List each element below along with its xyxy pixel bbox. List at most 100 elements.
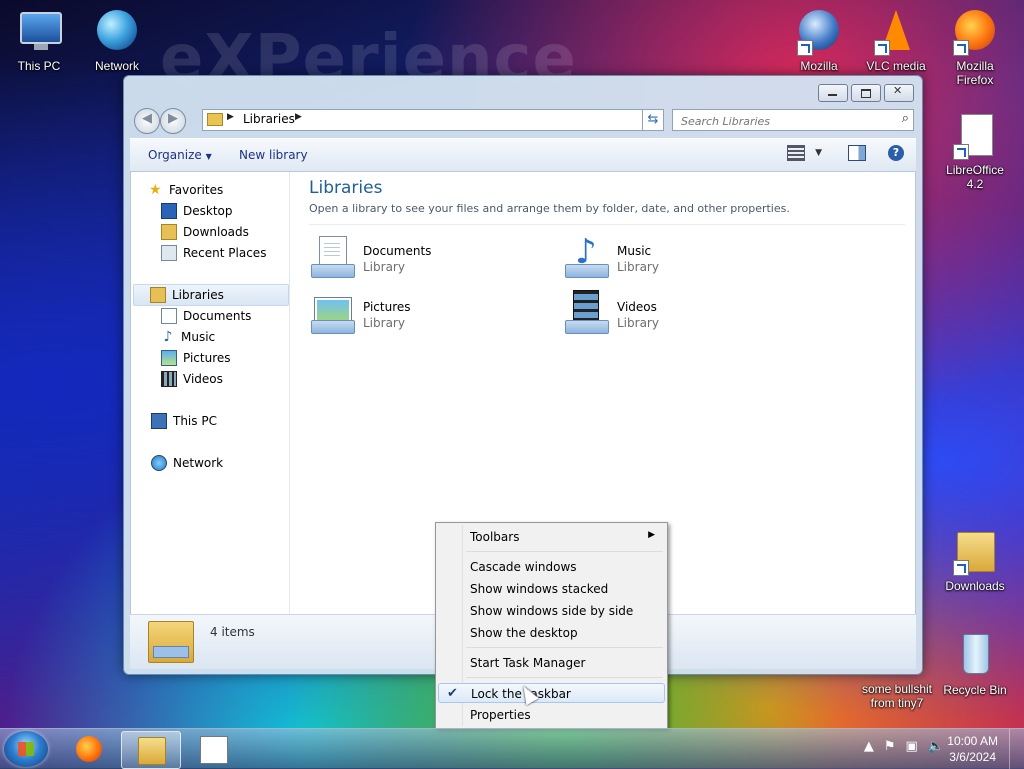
taskbar-libreoffice[interactable] [184, 731, 242, 767]
taskbar[interactable]: ▲ ⚑ ▣ 🔈 10:00 AM 3/6/2024 [0, 728, 1024, 769]
desktop-icon-network[interactable]: Network [82, 8, 152, 73]
library-item-pictures[interactable]: Pictures Library [309, 288, 529, 338]
shortcut-arrow-icon [953, 560, 969, 576]
start-button[interactable] [4, 731, 48, 767]
nav-label: Music [181, 330, 216, 344]
star-icon: ★ [149, 182, 162, 198]
library-item-documents[interactable]: Documents Library [309, 232, 529, 282]
desktop-icon-downloads[interactable]: Downloads [940, 528, 1010, 593]
page-title: Libraries [309, 178, 383, 198]
menu-label: Show the desktop [470, 626, 578, 640]
menu-item-properties[interactable]: Properties [438, 705, 663, 725]
show-desktop-button[interactable] [1009, 729, 1024, 769]
music-library-icon: ♪ [563, 234, 609, 280]
back-arrow-icon: ◀ [142, 111, 152, 126]
search-icon[interactable]: ⌕ [902, 111, 909, 126]
menu-item-start-task-manager[interactable]: Start Task Manager [438, 653, 663, 673]
menu-label: Cascade windows [470, 560, 577, 574]
desktop-icon-tiny7[interactable]: some bullshit from tiny7 [858, 682, 936, 710]
new-library-button[interactable]: New library [239, 148, 308, 162]
nav-favorites[interactable]: ★ Favorites [149, 180, 305, 200]
recent-places-icon [161, 245, 177, 261]
nav-label: Downloads [183, 225, 249, 239]
menu-item-show-windows-stacked[interactable]: Show windows stacked [438, 579, 663, 599]
nav-network[interactable]: Network [151, 453, 307, 473]
library-type: Library [363, 316, 405, 330]
shortcut-arrow-icon [953, 40, 969, 56]
menu-separator [466, 551, 663, 552]
divider [309, 224, 905, 225]
library-type: Library [617, 260, 659, 274]
pictures-icon [161, 350, 177, 366]
desktop-icon-firefox[interactable]: Mozilla Firefox [940, 8, 1010, 87]
maximize-button[interactable] [851, 84, 881, 102]
desktop-icon-label: Mozilla Firefox [956, 59, 994, 87]
back-button[interactable]: ◀ [134, 108, 160, 134]
forward-button[interactable]: ▶ [160, 108, 186, 134]
documents-icon [161, 308, 177, 324]
nav-label: This PC [173, 414, 217, 428]
refresh-button[interactable]: ⇆ [642, 109, 664, 131]
taskbar-explorer[interactable] [121, 731, 181, 769]
desktop-icon-this-pc[interactable]: This PC [4, 8, 74, 73]
preview-pane-icon[interactable] [848, 145, 866, 161]
menu-item-show-windows-side-by-side[interactable]: Show windows side by side [438, 601, 663, 621]
desktop-icon-label: This PC [17, 59, 61, 73]
menu-item-show-desktop[interactable]: Show the desktop [438, 623, 663, 643]
desktop-icon-recycle-bin[interactable]: Recycle Bin [940, 632, 1010, 697]
library-type: Library [363, 260, 405, 274]
organize-button[interactable]: Organize ▼ [148, 148, 212, 162]
desktop-icon-libreoffice[interactable]: LibreOffice 4.2 [940, 112, 1010, 191]
item-count: 4 items [210, 625, 255, 639]
menu-label: Properties [470, 708, 531, 722]
search-box[interactable]: ⌕ [672, 109, 914, 131]
nav-label: Libraries [172, 288, 224, 302]
library-item-videos[interactable]: Videos Library [563, 288, 783, 338]
breadcrumb-chevron-icon[interactable]: ▶ [227, 112, 234, 122]
network-status-icon[interactable]: ▣ [906, 739, 918, 754]
taskbar-firefox[interactable] [60, 731, 118, 767]
clock[interactable]: 10:00 AM 3/6/2024 [947, 733, 998, 765]
breadcrumb-chevron-icon[interactable]: ▶ [295, 112, 302, 122]
documents-library-icon [309, 234, 355, 280]
desktop-icon-vlc[interactable]: VLC media [861, 8, 931, 73]
desktop-icon-mozilla[interactable]: Mozilla [784, 8, 854, 73]
address-bar[interactable]: ▶ Libraries ▶ ▼ [202, 109, 664, 131]
view-dropdown-icon[interactable]: ▼ [815, 148, 822, 158]
menu-item-lock-taskbar[interactable]: ✔ Lock the taskbar [438, 683, 665, 703]
action-center-flag-icon[interactable]: ⚑ [884, 739, 896, 754]
nav-this-pc[interactable]: This PC [151, 411, 307, 431]
desktop-icon-label: Mozilla [800, 59, 838, 73]
nav-label: Documents [183, 309, 252, 323]
change-view-icon[interactable] [787, 145, 806, 161]
recycle-bin-icon [963, 634, 989, 674]
menu-label: Show windows side by side [470, 604, 634, 618]
desktop-icon-label: LibreOffice 4.2 [946, 163, 1004, 191]
volume-icon[interactable]: 🔈 [928, 739, 944, 754]
desktop-icon-label: some bullshit from tiny7 [861, 682, 933, 710]
breadcrumb-libraries[interactable]: Libraries [243, 112, 295, 126]
minimize-button[interactable] [818, 84, 848, 102]
menu-label: Show windows stacked [470, 582, 609, 596]
search-input[interactable] [679, 112, 883, 130]
window-controls [818, 84, 914, 102]
libraries-large-icon [148, 621, 194, 663]
forward-arrow-icon: ▶ [168, 111, 178, 126]
pictures-library-icon [309, 290, 355, 336]
desktop-icon-label: VLC media [866, 59, 926, 73]
menu-separator [466, 677, 663, 678]
libraries-folder-icon [207, 113, 223, 126]
command-bar: Organize ▼ New library ▼ ? [130, 138, 916, 172]
menu-item-cascade-windows[interactable]: Cascade windows [438, 557, 663, 577]
computer-icon [151, 413, 167, 429]
libraries-icon [150, 287, 166, 303]
show-hidden-icons-icon[interactable]: ▲ [864, 739, 874, 754]
menu-label: Toolbars [470, 530, 520, 544]
menu-item-toolbars[interactable]: Toolbars ▶ [438, 527, 663, 547]
close-button[interactable] [884, 84, 914, 102]
library-item-music[interactable]: ♪ Music Library [563, 232, 783, 282]
chevron-down-icon: ▼ [205, 152, 212, 161]
nav-libraries[interactable]: Libraries [133, 284, 289, 306]
navigation-bar: ◀ ▶ ▶ Libraries ▶ ▼ ⇆ ⌕ [132, 107, 914, 134]
help-icon[interactable]: ? [888, 145, 904, 161]
